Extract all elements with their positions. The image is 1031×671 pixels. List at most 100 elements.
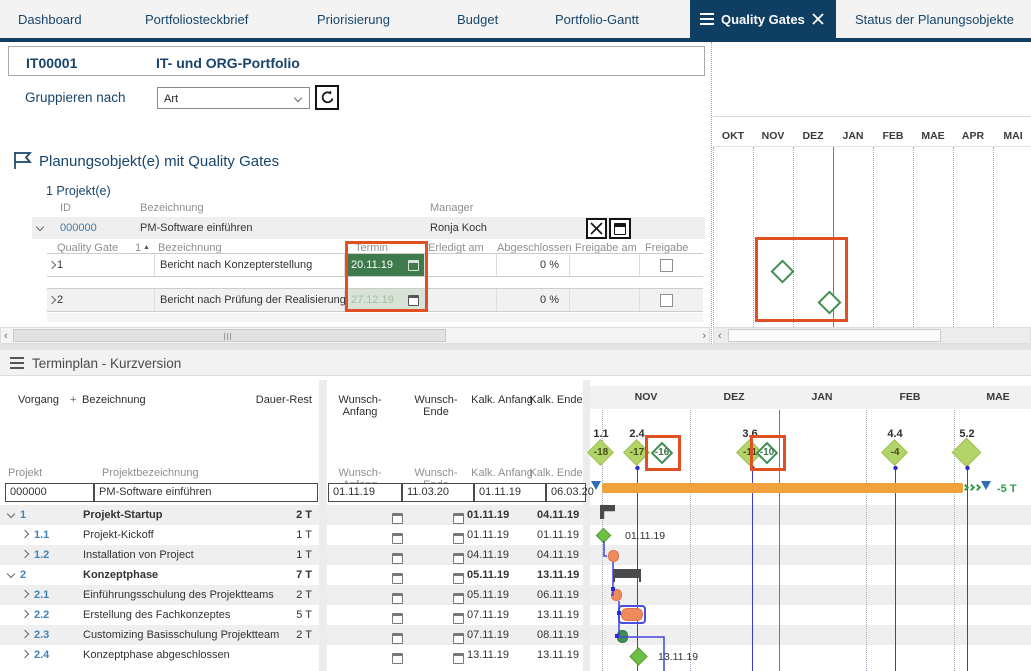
task-row[interactable]: 2 Konzeptphase 7 T 05.11.19 13.11.19	[0, 565, 1031, 585]
tab-budget[interactable]: Budget	[457, 12, 498, 27]
gantt-month: FEB	[890, 391, 930, 403]
calendar-button[interactable]	[609, 218, 631, 239]
add-task-button[interactable]: +	[70, 394, 76, 406]
project-wa-field[interactable]: 01.11.19	[328, 483, 402, 502]
task-bar-selected[interactable]	[621, 608, 643, 621]
calendar-icon[interactable]	[392, 533, 403, 544]
col-manager: Manager	[430, 202, 473, 214]
task-row[interactable]: 2.2 Erstellung des Fachkonzeptes 5 T 07.…	[0, 605, 1031, 625]
collapse-icon[interactable]	[7, 510, 15, 518]
gate-abgeschlossen: 0 %	[540, 259, 559, 271]
calendar-icon[interactable]	[453, 593, 464, 604]
termin-highlight-annotation	[345, 241, 428, 312]
tab-dashboard[interactable]: Dashboard	[18, 12, 82, 27]
close-tab-icon[interactable]	[812, 13, 824, 25]
collapse-icon[interactable]	[36, 223, 44, 231]
calendar-icon[interactable]	[392, 613, 403, 624]
scroll-left-icon[interactable]: ‹	[4, 330, 8, 342]
gate-freigabe-am-cell[interactable]	[570, 254, 640, 276]
task-row[interactable]: 1.2 Installation von Project 1 T 04.11.1…	[0, 545, 1031, 565]
milestone-date: 01.11.19	[625, 530, 665, 542]
panel-splitter[interactable]	[711, 42, 712, 344]
task-nr: 1.2	[34, 549, 49, 561]
tab-status-planungsobjekte[interactable]: Status der Planungsobjekte	[855, 12, 1014, 27]
scrollbar-thumb[interactable]	[728, 329, 941, 342]
calendar-icon[interactable]	[392, 633, 403, 644]
refresh-button[interactable]	[315, 85, 339, 110]
mini-gridline	[993, 147, 994, 327]
project-id-field[interactable]: 000000	[5, 483, 94, 502]
col-kalk-ende[interactable]: Kalk. Ende	[522, 394, 590, 406]
delete-filter-button[interactable]	[586, 218, 607, 239]
expand-icon[interactable]	[21, 590, 29, 598]
task-row[interactable]: 2.4 Konzeptphase abgeschlossen 13.11.19 …	[0, 645, 1031, 665]
summary-bar[interactable]	[613, 569, 641, 578]
right-h-scrollbar[interactable]: ‹	[713, 327, 1031, 344]
calendar-icon[interactable]	[392, 553, 403, 564]
col-vorgang[interactable]: Vorgang	[18, 394, 59, 406]
task-row[interactable]: 1.1 Projekt-Kickoff 1 T 01.11.19 01.11.1…	[0, 525, 1031, 545]
chevron-down-icon	[294, 94, 302, 102]
project-ka-field[interactable]: 01.11.19	[474, 483, 546, 502]
col-wunsch-ende[interactable]: Wunsch-Ende	[402, 394, 470, 418]
gate-freigabe-am-cell[interactable]	[570, 289, 640, 311]
gantt-month: DEZ	[714, 391, 754, 403]
calendar-icon[interactable]	[392, 573, 403, 584]
task-row[interactable]: 2.1 Einführungsschulung des Projektteams…	[0, 585, 1031, 605]
calendar-icon[interactable]	[392, 593, 403, 604]
task-name: Projekt-Kickoff	[83, 529, 154, 541]
scrollbar-thumb[interactable]	[13, 329, 446, 342]
buffer-diamond[interactable]	[952, 438, 982, 468]
freigabe-checkbox[interactable]	[660, 259, 673, 272]
calendar-icon[interactable]	[392, 653, 403, 664]
calendar-icon[interactable]	[453, 653, 464, 664]
scroll-right-icon[interactable]: ›	[702, 330, 706, 342]
hamburger-icon[interactable]	[700, 13, 714, 15]
task-ke: 13.11.19	[537, 569, 579, 581]
expand-icon[interactable]	[21, 630, 29, 638]
col-wunsch-anfang[interactable]: Wunsch-Anfang	[326, 394, 394, 418]
tab-quality-gates[interactable]: Quality Gates	[690, 0, 836, 38]
task-row[interactable]: 1 Projekt-Startup 2 T 01.11.19 04.11.19	[0, 505, 1031, 525]
collapse-icon[interactable]	[7, 570, 15, 578]
expand-icon[interactable]	[21, 550, 29, 558]
scrollbar-grip	[224, 333, 233, 340]
expand-icon[interactable]	[21, 650, 29, 658]
freigabe-checkbox[interactable]	[660, 294, 673, 307]
gantt-splitter[interactable]	[583, 380, 590, 671]
scroll-left-icon[interactable]: ‹	[718, 330, 722, 342]
project-name-field[interactable]: PM-Software einführen	[94, 483, 318, 502]
calendar-icon[interactable]	[392, 513, 403, 524]
task-row[interactable]: 2.3 Customizing Basisschulung Projekttea…	[0, 625, 1031, 645]
col-bezeichnung[interactable]: Bezeichnung	[82, 394, 146, 406]
project-summary-bar[interactable]	[602, 483, 963, 493]
mini-month: APR	[953, 130, 993, 142]
task-bar[interactable]	[608, 550, 619, 562]
project-count: 1 Projekt(e)	[46, 184, 111, 198]
tab-priorisierung[interactable]: Priorisierung	[317, 12, 390, 27]
menu-icon[interactable]	[10, 357, 24, 359]
calendar-icon[interactable]	[453, 633, 464, 644]
calendar-icon[interactable]	[453, 573, 464, 584]
gate-erledigt-cell[interactable]	[425, 254, 497, 276]
left-h-scrollbar[interactable]: ‹ ›	[0, 327, 710, 344]
column-splitter[interactable]	[319, 380, 327, 671]
summary-bar-tick	[639, 578, 641, 582]
tab-portfolio-gantt[interactable]: Portfolio-Gantt	[555, 12, 639, 27]
project-ke-field[interactable]: 06.03.20	[546, 483, 586, 502]
expand-icon[interactable]	[21, 610, 29, 618]
calendar-icon[interactable]	[453, 613, 464, 624]
calendar-icon[interactable]	[453, 513, 464, 524]
col-dauer-rest[interactable]: Dauer-Rest	[240, 394, 312, 406]
project-we-field[interactable]: 11.03.20	[402, 483, 474, 502]
group-by-select[interactable]: Art	[157, 87, 310, 109]
task-bar[interactable]	[611, 589, 622, 601]
tab-quality-gates-label: Quality Gates	[721, 12, 805, 27]
expand-icon[interactable]	[21, 530, 29, 538]
task-bar-done[interactable]	[617, 630, 628, 643]
gate-erledigt-cell[interactable]	[425, 289, 497, 311]
milestone-stem	[752, 467, 753, 671]
calendar-icon[interactable]	[453, 553, 464, 564]
tab-portfoliosteckbrief[interactable]: Portfoliosteckbrief	[145, 12, 248, 27]
calendar-icon[interactable]	[453, 533, 464, 544]
